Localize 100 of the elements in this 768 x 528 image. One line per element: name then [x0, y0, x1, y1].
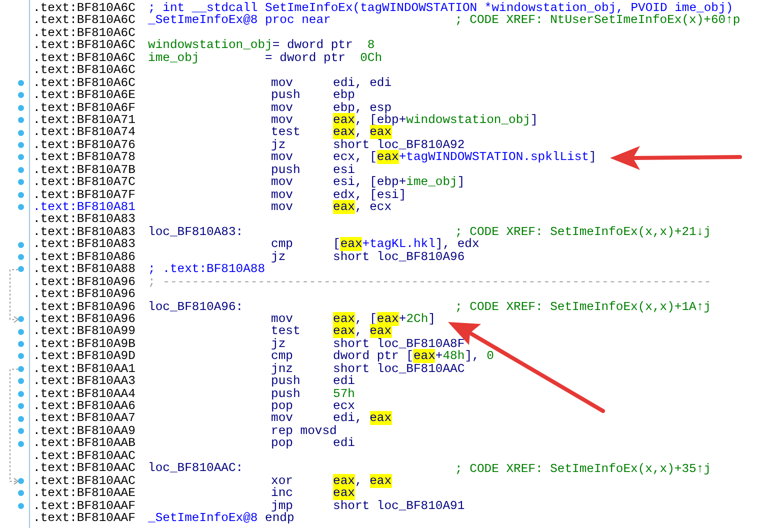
- address-text: .text:BF810AAE: [33, 487, 136, 500]
- address-text: .text:BF810A6C: [33, 39, 136, 52]
- mnemonic-text: push: [271, 375, 302, 388]
- address-text: .text:BF810A9D: [33, 350, 136, 363]
- address-text: .text:BF810A88: [33, 263, 136, 276]
- mnemonic-text: xor: [271, 474, 294, 488]
- operand-text: 57h: [333, 388, 355, 400]
- operand-text: ebp, esp: [333, 102, 392, 114]
- mnemonic-text: mov: [271, 312, 293, 326]
- label-text: windowstation_obj= dword ptr 8: [148, 39, 375, 52]
- mnemonic-text: cmp: [271, 238, 294, 251]
- mnemonic-text: mov: [271, 176, 293, 189]
- address-text: .text:BF810AA1: [33, 362, 136, 376]
- operand-text: eax, eax: [333, 325, 392, 338]
- address-text: .text:BF810A6C: [33, 14, 136, 27]
- address-text: .text:BF810A83: [33, 213, 136, 226]
- xref-comment: ; CODE XREF: SetImeInfoEx(x,x)+21↓j: [455, 226, 711, 239]
- mnemonic-text: pop: [271, 437, 294, 450]
- operand-text: short loc_BF810A96: [333, 250, 465, 264]
- address-text: .text:BF810A81: [33, 201, 136, 214]
- address-text: .text:BF810A96: [33, 312, 136, 326]
- address-text: .text:BF810A83: [33, 238, 136, 251]
- operand-text: short loc_BF810A92: [333, 138, 465, 152]
- operand-text: eax, eax: [333, 474, 392, 488]
- address-text: .text:BF810AAF: [33, 500, 136, 512]
- address-text: .text:BF810AAB: [33, 437, 136, 450]
- address-text: .text:BF810AA4: [33, 388, 136, 400]
- address-text: .text:BF810AA3: [33, 375, 136, 388]
- operand-text: eax, eax: [333, 126, 392, 139]
- address-text: .text:BF810AA6: [33, 400, 136, 412]
- mnemonic-text: test: [271, 126, 302, 139]
- label-text: _SetImeInfoEx@8 proc near: [148, 14, 331, 27]
- address-text: .text:BF810A6C: [33, 76, 136, 90]
- address-text: .text:BF810A6E: [33, 89, 136, 102]
- operand-text: ecx: [333, 400, 355, 412]
- operand-text: eax, ecx: [333, 201, 392, 214]
- jump-arrow-icon: [10, 368, 19, 485]
- label-text: ; int __stdcall SetImeInfoEx(tagWINDOWSTATION *windowstation_obj, PVOID ime_obj): [148, 2, 734, 14]
- operand-text: dword ptr [eax+48h], 0: [333, 350, 494, 363]
- address-text: .text:BF810A76: [33, 138, 136, 152]
- address-text: .text:BF810AA9: [33, 424, 136, 438]
- operand-text: short loc_BF810A91: [333, 500, 465, 512]
- address-text: .text:BF810A83: [33, 226, 136, 238]
- operand-text: short loc_BF810AAC: [333, 362, 465, 376]
- address-text: .text:BF810A74: [33, 126, 136, 139]
- mnemonic-text: cmp: [271, 350, 294, 363]
- label-text: ; .text:BF810A88: [148, 263, 266, 276]
- operand-text: ebp: [333, 89, 355, 102]
- address-text: .text:BF810AAC: [33, 462, 136, 475]
- operand-text: edi, eax: [333, 412, 392, 425]
- address-text: .text:BF810A96: [33, 288, 136, 300]
- operand-text: [eax+tagKL.hkl], edx: [333, 238, 480, 251]
- mnemonic-text: push: [271, 164, 302, 176]
- mnemonic-text: mov: [271, 188, 294, 201]
- xref-comment: ; CODE XREF: SetImeInfoEx(x,x)+35↑j: [455, 462, 711, 476]
- label-text: loc_BF810A83:: [148, 226, 244, 238]
- mnemonic-text: push: [271, 388, 302, 400]
- address-text: .text:BF810A6C: [33, 26, 136, 40]
- mnemonic-text: mov: [271, 102, 294, 114]
- address-text: .text:BF810A99: [33, 325, 136, 338]
- operand-text: edx, [esi]: [333, 188, 406, 201]
- operand-text: edi: [333, 437, 355, 450]
- label-text: loc_BF810A96:: [148, 300, 244, 313]
- address-text: .text:BF810AA7: [33, 412, 136, 425]
- address-text: .text:BF810A6C: [33, 64, 136, 77]
- mnemonic-text: mov: [271, 151, 293, 164]
- mnemonic-text: jz: [271, 250, 287, 264]
- operand-text: esi: [333, 164, 355, 176]
- address-text: .text:BF810A7C: [33, 176, 136, 189]
- address-text: .text:BF810A9B: [33, 338, 136, 350]
- address-text: .text:BF810A7F: [33, 188, 136, 201]
- operand-text: esi, [ebp+ime_obj]: [333, 176, 465, 189]
- address-text: .text:BF810A78: [33, 151, 136, 164]
- address-text: .text:BF810A7B: [33, 164, 136, 176]
- address-text: .text:BF810AAC: [33, 450, 136, 462]
- address-text: .text:BF810A6C: [33, 52, 136, 64]
- address-text: .text:BF810A71: [33, 114, 136, 126]
- mnemonic-text: jz: [271, 138, 287, 152]
- address-text: .text:BF810A86: [33, 250, 136, 264]
- label-text: _SetImeInfoEx@8 endp: [148, 512, 294, 524]
- separator-comment: ; ---------------------------------------------------------------------------: [148, 276, 712, 288]
- mnemonic-text: mov: [271, 114, 293, 126]
- mnemonic-text: mov: [271, 76, 293, 90]
- mnemonic-text: test: [271, 325, 302, 338]
- operand-text: short loc_BF810A8F: [333, 338, 465, 350]
- label-text: loc_BF810AAC:: [148, 462, 244, 475]
- operand-text: edi: [333, 375, 355, 388]
- mnemonic-text: mov: [271, 412, 294, 425]
- xref-comment: ; CODE XREF: SetImeInfoEx(x,x)+1A↑j: [455, 300, 711, 314]
- mnemonic-text: jnz: [271, 362, 293, 376]
- address-text: .text:BF810A96: [33, 276, 136, 288]
- label-text: ime_obj = dword ptr 0Ch: [148, 52, 382, 64]
- mnemonic-text: pop: [271, 400, 293, 412]
- mnemonic-text: push: [271, 89, 302, 102]
- address-text: .text:BF810AAC: [33, 474, 136, 488]
- address-text: .text:BF810AAF: [33, 512, 136, 524]
- operand-text: edi, edi: [333, 76, 392, 90]
- mnemonic-text: mov: [271, 201, 294, 214]
- mnemonic-text: inc: [271, 487, 294, 500]
- operand-text: ecx, [eax+tagWINDOWSTATION.spklList]: [333, 151, 596, 164]
